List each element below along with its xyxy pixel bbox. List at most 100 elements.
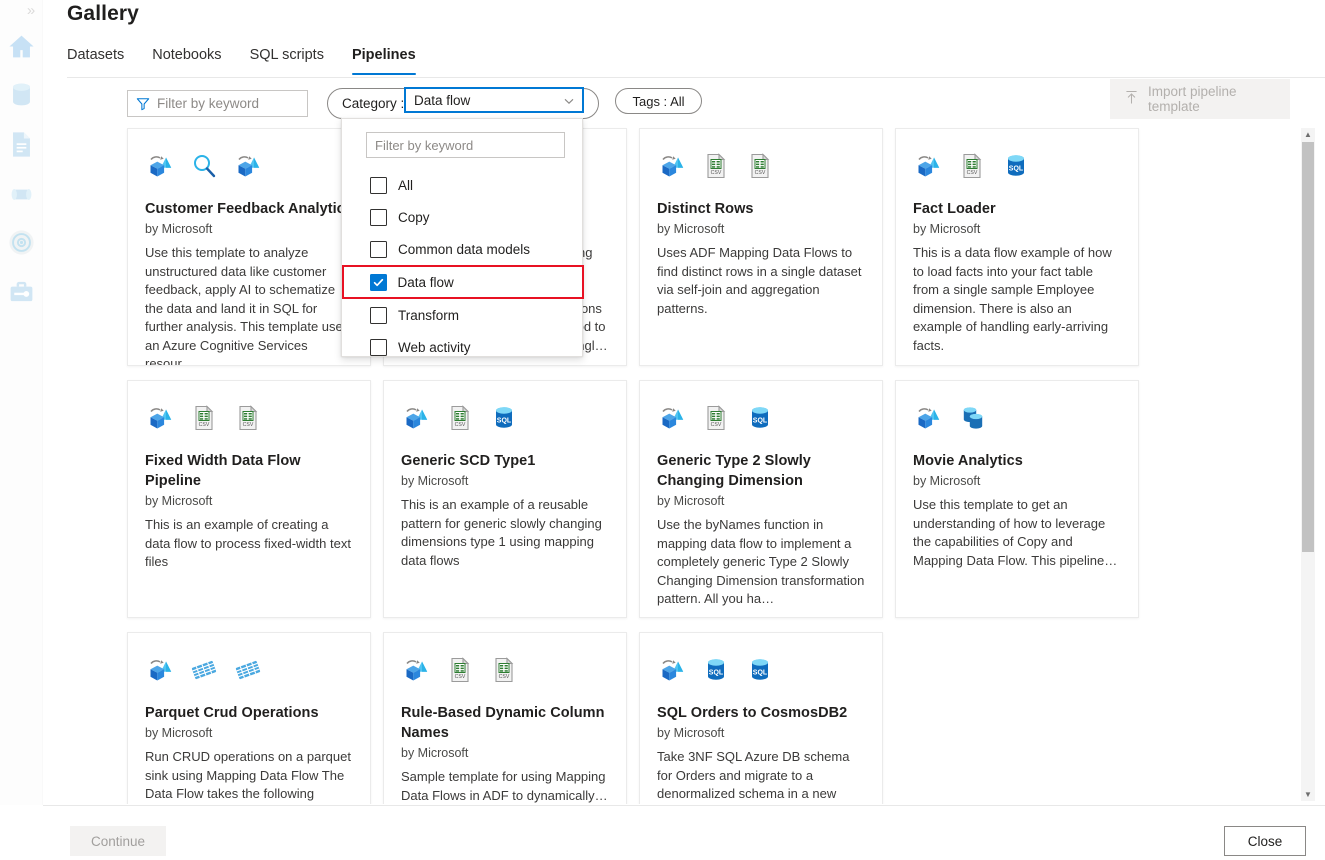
dataflow-icon	[657, 151, 687, 181]
svg-text:SQL: SQL	[1009, 166, 1024, 173]
dataflow-icon	[401, 655, 431, 685]
template-card[interactable]: CSVCSVRule-Based Dynamic Column Namesby …	[383, 632, 627, 804]
category-option-common-data-models[interactable]: Common data models	[342, 233, 584, 265]
keyword-filter-placeholder: Filter by keyword	[157, 96, 259, 111]
tab-pipelines[interactable]: Pipelines	[338, 45, 430, 75]
tab-notebooks[interactable]: Notebooks	[138, 45, 235, 75]
template-card[interactable]: Customer Feedback Analyticsby MicrosoftU…	[127, 128, 371, 366]
template-card[interactable]: CSVCSV Distinct Rows by Microsoft Uses ADF …	[639, 128, 883, 366]
template-card-description: Use the byNames function in mapping data…	[657, 516, 865, 609]
template-card-icons: CSV SQL	[657, 397, 865, 439]
dataflow-icon	[233, 151, 263, 181]
category-selected-value: Data flow	[414, 93, 470, 108]
scroll-down-arrow-icon[interactable]: ▼	[1301, 788, 1315, 801]
checkbox-icon[interactable]	[370, 307, 387, 324]
template-card-description: Run CRUD operations on a parquet sink us…	[145, 748, 353, 804]
import-pipeline-template-label: Import pipeline template	[1148, 84, 1290, 114]
monitor-icon	[7, 228, 36, 257]
tab-sql-scripts[interactable]: SQL scripts	[236, 45, 338, 75]
category-option-label: Copy	[398, 210, 430, 225]
tags-filter-button[interactable]: Tags : All	[615, 88, 702, 114]
csv-icon: CSV	[233, 403, 263, 433]
gallery-scrollbar[interactable]: ▲ ▼	[1301, 128, 1315, 801]
dataflow-icon	[657, 655, 687, 685]
scrollbar-thumb[interactable]	[1302, 142, 1314, 552]
category-option-transform[interactable]: Transform	[342, 299, 584, 331]
scroll-up-arrow-icon[interactable]: ▲	[1301, 128, 1315, 141]
sidebar-item-develop[interactable]	[7, 130, 36, 159]
template-card-icons: CSVCSV	[657, 145, 865, 187]
category-option-data-flow[interactable]: Data flow	[342, 265, 584, 299]
dataflow-icon	[145, 151, 175, 181]
category-option-all[interactable]: All	[342, 169, 584, 201]
search-icon	[189, 151, 219, 181]
template-card-title: Rule-Based Dynamic Column Names	[401, 703, 609, 743]
svg-text:SQL: SQL	[497, 418, 512, 425]
funnel-icon	[136, 97, 150, 111]
continue-button[interactable]: Continue	[70, 826, 166, 856]
template-card-title: Distinct Rows	[657, 199, 865, 219]
template-card-description: This is an example of a reusable pattern…	[401, 496, 609, 570]
checkbox-icon[interactable]	[370, 209, 387, 226]
template-card-icons	[913, 397, 1121, 439]
template-card[interactable]: CSV SQL Fact Loader by Microsoft This is a d…	[895, 128, 1139, 366]
template-card[interactable]: CSVSQLGeneric SCD Type1by MicrosoftThis …	[383, 380, 627, 618]
sidebar-item-integrate[interactable]	[7, 180, 36, 209]
import-pipeline-template-button[interactable]: Import pipeline template	[1110, 79, 1290, 119]
template-card-author: by Microsoft	[145, 726, 353, 740]
sidebar-item-data[interactable]	[7, 80, 36, 109]
template-card-title: SQL Orders to CosmosDB2	[657, 703, 865, 723]
sidebar-item-home[interactable]	[7, 32, 36, 61]
svg-text:SQL: SQL	[753, 418, 768, 425]
template-card-icons: CSV SQL	[913, 145, 1121, 187]
template-card-icons	[145, 649, 353, 691]
csv-icon: CSV	[701, 403, 731, 433]
checkbox-icon[interactable]	[370, 241, 387, 258]
template-card-title: Generic SCD Type1	[401, 451, 609, 471]
sidebar-item-manage[interactable]	[7, 277, 36, 306]
template-card-author: by Microsoft	[145, 494, 353, 508]
template-card[interactable]: Parquet Crud Operationsby MicrosoftRun C…	[127, 632, 371, 804]
template-card[interactable]: SQLSQLSQL Orders to CosmosDB2by Microsof…	[639, 632, 883, 804]
gallery-panel: Gallery Datasets Notebooks SQL scripts P…	[43, 0, 1325, 805]
template-card[interactable]: CSVSQLGeneric Type 2 Slowly Changing Dim…	[639, 380, 883, 618]
category-option-copy[interactable]: Copy	[342, 201, 584, 233]
template-card-title: Movie Analytics	[913, 451, 1121, 471]
category-dropdown-button[interactable]: Data flow	[404, 87, 584, 113]
category-option-web-activity[interactable]: Web activity	[342, 331, 584, 363]
checkbox-icon[interactable]	[370, 177, 387, 194]
category-option-label: Web activity	[398, 340, 471, 355]
template-card-description: Use this template to get an understandin…	[913, 496, 1121, 570]
template-card-author: by Microsoft	[657, 222, 865, 236]
csv-icon: CSV	[701, 151, 731, 181]
svg-text:CSV: CSV	[967, 170, 978, 176]
gallery-dialog: »	[0, 0, 1325, 860]
svg-text:CSV: CSV	[243, 422, 254, 428]
template-card-author: by Microsoft	[913, 222, 1121, 236]
sql-icon: SQL	[745, 655, 775, 685]
category-dropdown-filter-input[interactable]: Filter by keyword	[366, 132, 565, 158]
sidebar-item-monitor[interactable]	[7, 228, 36, 257]
category-filter: Category : Data flow	[327, 88, 599, 119]
template-card-description: This is an example of creating a data fl…	[145, 516, 353, 572]
svg-text:CSV: CSV	[499, 674, 510, 680]
svg-text:CSV: CSV	[455, 422, 466, 428]
expand-nav-icon[interactable]: »	[22, 2, 40, 20]
tab-datasets[interactable]: Datasets	[67, 45, 138, 75]
template-card-icons: CSV SQL	[401, 397, 609, 439]
chevron-down-icon	[563, 94, 575, 106]
template-card-title: Fact Loader	[913, 199, 1121, 219]
template-card-title: Customer Feedback Analytics	[145, 199, 353, 219]
home-icon	[7, 32, 36, 61]
category-option-label: Common data models	[398, 242, 530, 257]
checkbox-icon[interactable]	[370, 339, 387, 356]
template-card-icons	[145, 145, 353, 187]
template-card-description: This is a data flow example of how to lo…	[913, 244, 1121, 355]
template-card[interactable]: CSVCSVFixed Width Data Flow Pipelineby M…	[127, 380, 371, 618]
category-label: Category :	[342, 96, 404, 111]
keyword-filter-input[interactable]: Filter by keyword	[127, 90, 308, 117]
close-button[interactable]: Close	[1224, 826, 1306, 856]
template-card-description: Uses ADF Mapping Data Flows to find dist…	[657, 244, 865, 318]
checkbox-icon[interactable]	[370, 274, 387, 291]
template-card[interactable]: Movie Analyticsby MicrosoftUse this temp…	[895, 380, 1139, 618]
